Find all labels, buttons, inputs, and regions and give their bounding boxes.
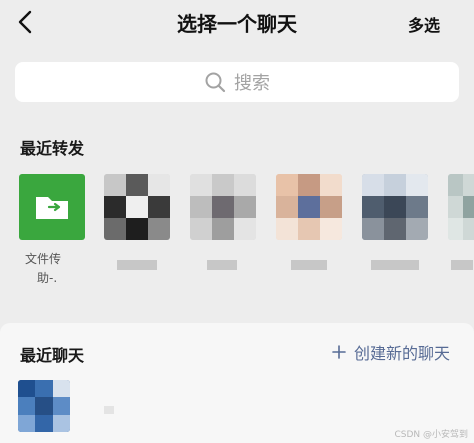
- recent-contact-file-helper[interactable]: [19, 174, 85, 240]
- file-helper-label-line1: 文件传: [25, 252, 62, 266]
- recent-chats-title: 最近聊天: [20, 346, 85, 365]
- pixelated-avatar: [18, 380, 70, 432]
- recent-contact-avatar[interactable]: [190, 174, 256, 240]
- recent-forward-list: 文件传 助-.: [19, 174, 474, 285]
- pixelated-avatar: [276, 174, 342, 240]
- contact-name-redacted: [451, 260, 473, 270]
- search-icon: [205, 72, 226, 93]
- navigation-bar: 选择一个聊天 多选: [0, 0, 474, 46]
- create-new-chat-button[interactable]: 创建新的聊天: [332, 340, 450, 364]
- pixelated-avatar: [104, 174, 170, 240]
- chat-name-redacted: [104, 406, 114, 414]
- contact-name-redacted: [371, 260, 419, 270]
- recent-contact-avatar[interactable]: [276, 174, 342, 240]
- recent-contact-avatar[interactable]: [362, 174, 428, 240]
- multi-select-button[interactable]: 多选: [408, 12, 440, 36]
- pixelated-avatar: [190, 174, 256, 240]
- folder-icon: [36, 197, 68, 219]
- pixelated-avatar: [362, 174, 428, 240]
- file-helper-label-line2: 助-.: [37, 271, 58, 285]
- contact-name-redacted: [291, 260, 327, 270]
- pixelated-avatar: [448, 174, 474, 240]
- recent-contact-avatar[interactable]: [448, 174, 474, 240]
- contact-name-redacted: [207, 260, 237, 270]
- recent-forward-title: 最近转发: [20, 139, 85, 158]
- watermark: CSDN @小安驾到: [394, 430, 468, 440]
- contact-name-redacted: [117, 260, 157, 270]
- page-title: 选择一个聊天: [177, 12, 297, 36]
- create-new-chat-label: 创建新的聊天: [353, 344, 450, 363]
- search-bar[interactable]: 搜索: [15, 62, 459, 102]
- search-placeholder: 搜索: [234, 73, 270, 94]
- plus-icon: [332, 345, 346, 359]
- recent-chat-avatar[interactable]: [18, 380, 70, 432]
- recent-contact-avatar[interactable]: [104, 174, 170, 240]
